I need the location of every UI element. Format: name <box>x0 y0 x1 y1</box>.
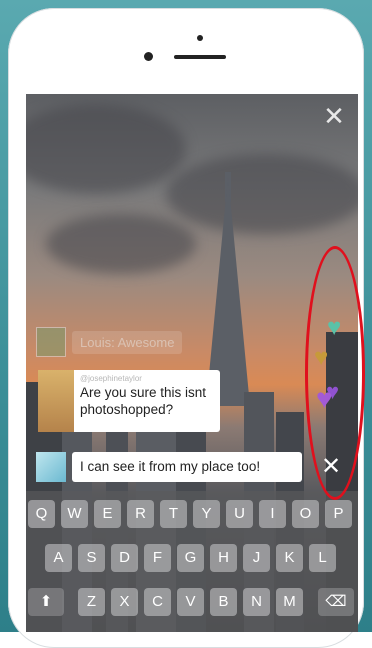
heart-icon: ♥ <box>314 344 329 371</box>
delete-key[interactable]: ⌫ <box>318 588 354 616</box>
key-f[interactable]: F <box>144 544 171 572</box>
comment-composer: I can see it from my place too! ✕ <box>36 452 354 482</box>
key-u[interactable]: U <box>226 500 253 528</box>
key-p[interactable]: P <box>325 500 352 528</box>
key-v[interactable]: V <box>177 588 204 616</box>
cloud-shape <box>46 214 196 274</box>
front-camera <box>144 52 153 61</box>
close-icon[interactable]: ✕ <box>318 454 344 480</box>
comment-input[interactable]: I can see it from my place too! <box>72 452 302 482</box>
heart-icon: ♥ <box>316 383 333 414</box>
key-a[interactable]: A <box>45 544 72 572</box>
key-l[interactable]: L <box>309 544 336 572</box>
shift-key[interactable]: ⬆ <box>28 588 64 616</box>
key-y[interactable]: Y <box>193 500 220 528</box>
key-z[interactable]: Z <box>78 588 105 616</box>
key-n[interactable]: N <box>243 588 270 616</box>
live-broadcast-screen: ✕ ♥ ♥ ♥ ♥ Louis: Awesome @josephinetaylo… <box>26 94 358 632</box>
avatar <box>36 452 66 482</box>
key-s[interactable]: S <box>78 544 105 572</box>
key-i[interactable]: I <box>259 500 286 528</box>
key-e[interactable]: E <box>94 500 121 528</box>
close-icon[interactable]: ✕ <box>322 103 346 129</box>
sensor-dot <box>197 35 203 41</box>
key-x[interactable]: X <box>111 588 138 616</box>
key-b[interactable]: B <box>210 588 237 616</box>
heart-icon: ♥ <box>327 314 342 341</box>
key-g[interactable]: G <box>177 544 204 572</box>
key-w[interactable]: W <box>61 500 88 528</box>
avatar <box>36 327 66 357</box>
comment-card: @josephinetaylor Are you sure this isnt … <box>38 370 220 432</box>
comment-text: Louis: Awesome <box>72 330 183 354</box>
key-d[interactable]: D <box>111 544 138 572</box>
keyboard: Q W E R T Y U I O P A S D F G H J K L ⬆ … <box>26 491 358 632</box>
key-m[interactable]: M <box>276 588 303 616</box>
earpiece-speaker <box>174 55 226 59</box>
key-j[interactable]: J <box>243 544 270 572</box>
key-t[interactable]: T <box>160 500 187 528</box>
comment-message: Are you sure this isnt photoshopped? <box>80 385 207 417</box>
key-q[interactable]: Q <box>28 500 55 528</box>
key-k[interactable]: K <box>276 544 303 572</box>
comment-username: @josephinetaylor <box>80 374 142 383</box>
key-o[interactable]: O <box>292 500 319 528</box>
avatar <box>38 370 74 432</box>
cloud-shape <box>166 154 358 234</box>
key-h[interactable]: H <box>210 544 237 572</box>
comment-faded: Louis: Awesome <box>36 327 183 357</box>
key-r[interactable]: R <box>127 500 154 528</box>
key-c[interactable]: C <box>144 588 171 616</box>
